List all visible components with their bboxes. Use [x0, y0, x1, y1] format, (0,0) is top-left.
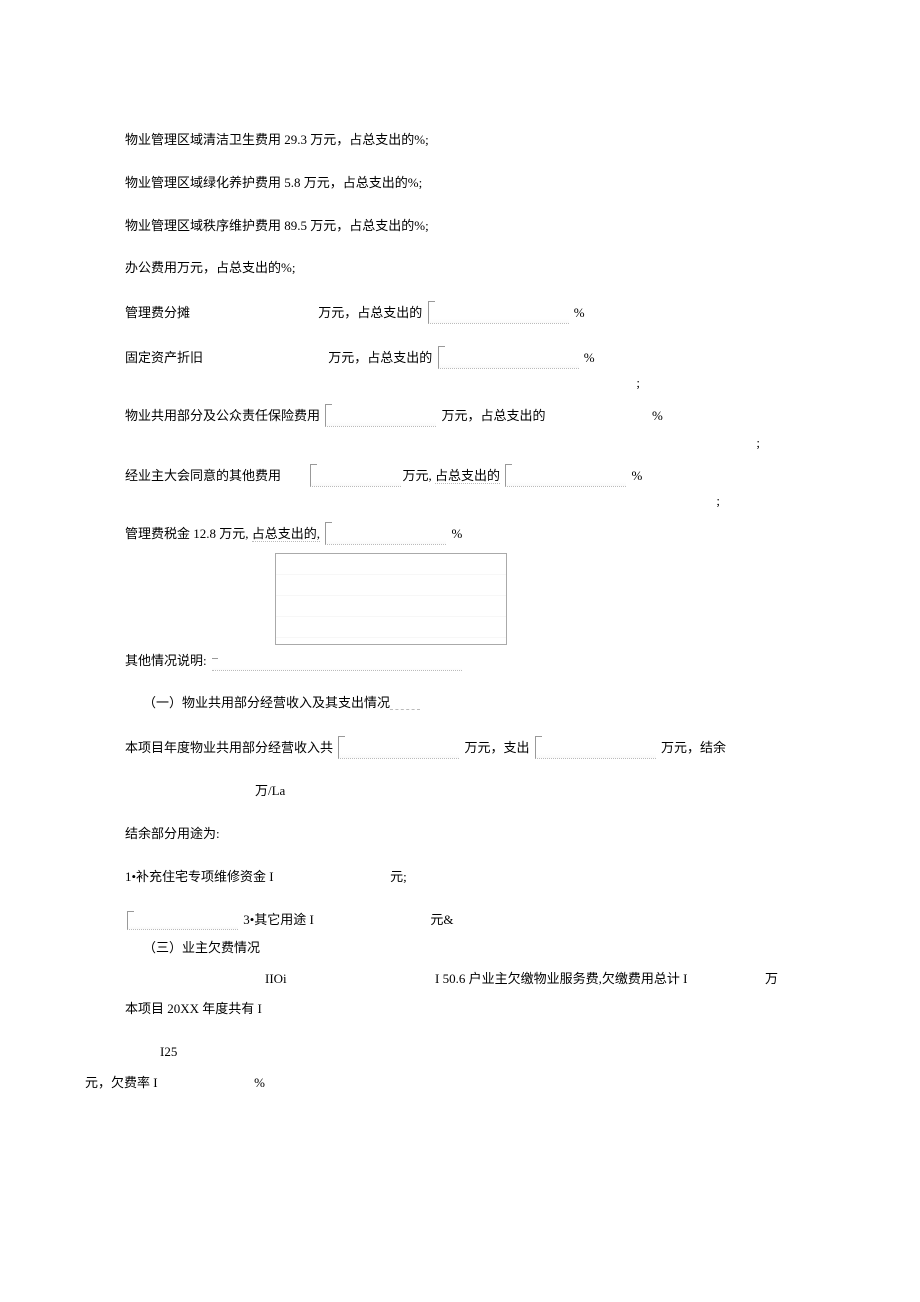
value: 29.3: [284, 132, 307, 147]
blank-field: [212, 658, 462, 671]
text: 本项目 20XX 年度共有 I: [125, 1001, 262, 1016]
blank-textarea: [275, 553, 507, 645]
value: 5.8: [284, 175, 300, 190]
text: 万元，占总支出的%;: [307, 132, 429, 147]
unit: %: [652, 408, 663, 423]
blank-field: [505, 464, 626, 487]
expense-line-mgmt-alloc: 管理费分摊 万元，占总支出的 %: [125, 301, 800, 324]
value: 12.8: [193, 526, 216, 541]
section-3-sub2: I25: [85, 1042, 800, 1063]
text: 物业管理区域清洁卫生费用: [125, 132, 284, 147]
section-3-rate-line: 元，欠费率 I %: [85, 1073, 800, 1094]
text: 万元，占总支出的: [442, 408, 546, 423]
semicolon-row: ;: [125, 373, 800, 394]
blank-field: [338, 736, 459, 759]
text: 3•其它用途 I: [243, 912, 314, 927]
expense-line-office: 办公费用万元，占总支出的%;: [125, 258, 800, 279]
text: 万元,: [216, 526, 249, 541]
blank-field: [428, 301, 569, 324]
text: 1•补充住宅专项维修资金 I: [125, 869, 274, 884]
label: 固定资产折旧: [125, 348, 325, 369]
text: 万元，结余: [661, 740, 726, 755]
value: 89.5: [284, 218, 307, 233]
label: 物业共用部分及公众责任保险费用: [125, 408, 320, 423]
text: I 50.6 户业主欠缴物业服务费,欠缴费用总计 I: [435, 969, 687, 990]
section-2-balance-line: 万/La: [125, 781, 800, 802]
blank-field: [325, 404, 436, 427]
text: 结余部分用途为:: [125, 826, 220, 841]
other-notes-line: 其他情况说明:: [125, 651, 800, 672]
semicolon: ;: [716, 493, 720, 508]
text: 万/La: [255, 783, 285, 798]
expense-line-order: 物业管理区域秩序维护费用 89.5 万元，占总支出的%;: [125, 216, 800, 237]
text: 元;: [390, 869, 407, 884]
unit: %: [584, 350, 595, 365]
text: 万元，占总支出的: [318, 305, 422, 320]
label: 其他情况说明:: [125, 653, 207, 668]
expense-line-insurance: 物业共用部分及公众责任保险费用 万元，占总支出的 %: [125, 404, 800, 427]
unit: %: [574, 305, 585, 320]
expense-line-other-approved: 经业主大会同意的其他费用 万元, 占总支出的 %: [125, 464, 800, 487]
blank-field: [310, 464, 401, 487]
label: 管理费分摊: [125, 303, 315, 324]
heading: （一）物业共用部分经营收入及其支出情况: [143, 695, 390, 710]
fragment: I25: [160, 1044, 177, 1059]
text: 本项目年度物业共用部分经营收入共: [125, 740, 333, 755]
unit: %: [632, 468, 643, 483]
text: 万元，占总支出的%;: [307, 218, 429, 233]
text: 物业管理区域秩序维护费用: [125, 218, 284, 233]
text: 元，欠费率 I: [85, 1075, 158, 1090]
unit: %: [452, 526, 463, 541]
text: 占总支出的: [435, 468, 500, 484]
section-3-year-line: 本项目 20XX 年度共有 I: [125, 999, 800, 1020]
blank-field: [325, 522, 446, 545]
expense-line-cleaning: 物业管理区域清洁卫生费用 29.3 万元，占总支出的%;: [125, 130, 800, 151]
usage-item-1: 1•补充住宅专项维修资金 I 元;: [125, 867, 800, 888]
text: 万元，占总支出的: [328, 350, 432, 365]
expense-line-greening: 物业管理区域绿化养护费用 5.8 万元，占总支出的%;: [125, 173, 800, 194]
semicolon: ;: [756, 435, 760, 450]
fragment: IIOi: [265, 969, 287, 990]
label: 经业主大会同意的其他费用: [125, 468, 281, 483]
section-2-title: （一）物业共用部分经营收入及其支出情况: [125, 693, 800, 714]
section-3-title: （三）业主欠费情况: [125, 938, 800, 959]
text: 物业管理区域绿化养护费用: [125, 175, 284, 190]
section-2-income-line: 本项目年度物业共用部分经营收入共 万元，支出 万元，结余: [125, 736, 800, 759]
note-mark: [390, 699, 420, 710]
section-2-usage-line: 结余部分用途为:: [125, 824, 800, 845]
expense-line-tax: 管理费税金 12.8 万元, 占总支出的, %: [125, 522, 800, 545]
semicolon-row: ;: [125, 491, 800, 512]
blank-field: [438, 346, 579, 369]
blank-field: [127, 911, 238, 930]
text: 万: [765, 969, 778, 990]
text: 万元,: [403, 468, 432, 483]
semicolon-row: ;: [125, 433, 800, 454]
text: 办公费用万元，占总支出的%;: [125, 260, 295, 275]
blank-field: [535, 736, 656, 759]
text: 万元，占总支出的%;: [301, 175, 423, 190]
unit: %: [254, 1075, 265, 1090]
usage-item-3: 3•其它用途 I 元&: [125, 910, 800, 931]
label: 管理费税金: [125, 526, 193, 541]
text: 万元，支出: [465, 740, 530, 755]
heading: （三）业主欠费情况: [143, 940, 260, 955]
text: 占总支出的,: [252, 526, 320, 542]
expense-line-depreciation: 固定资产折旧 万元，占总支出的 %: [125, 346, 800, 369]
big-blank-row: [125, 553, 800, 645]
document-page: 物业管理区域清洁卫生费用 29.3 万元，占总支出的%; 物业管理区域绿化养护费…: [0, 0, 920, 1176]
section-3-row: IIOi I 50.6 户业主欠缴物业服务费,欠缴费用总计 I 万: [125, 969, 800, 989]
semicolon: ;: [636, 375, 640, 390]
text: 元&: [430, 912, 453, 927]
